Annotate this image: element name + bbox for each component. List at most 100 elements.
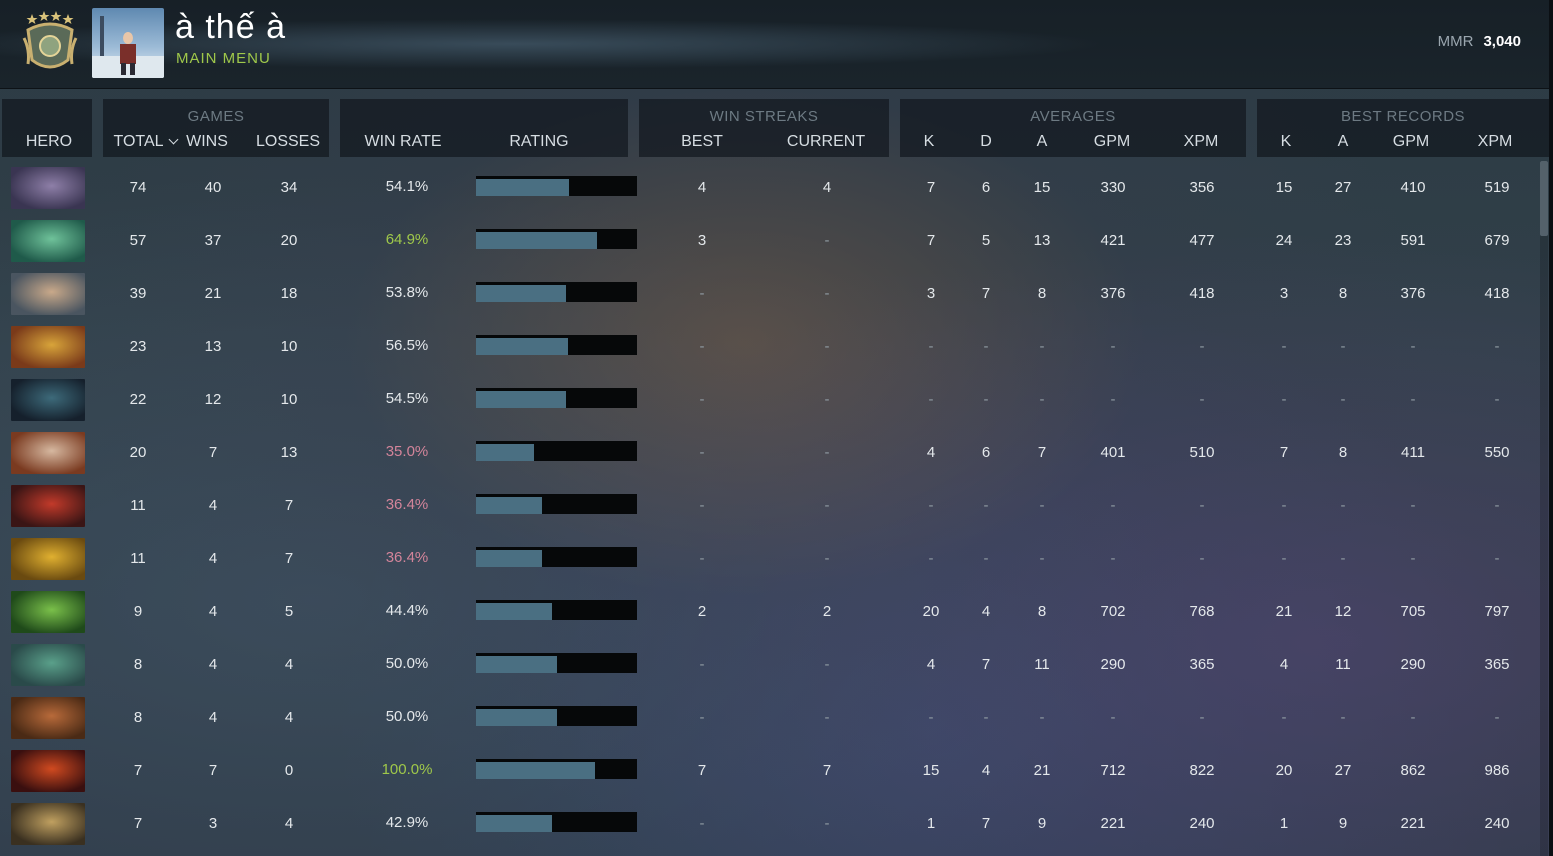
wins-cell: 4 [208,709,218,726]
red-demon-hero-portrait[interactable]: red-demon-hero-portrait [11,485,85,527]
table-row[interactable]: masked-hero-portrait 23 13 10 - - - - - - - - - - - 56.… [0,320,1540,373]
total-cell: 74 [129,179,147,196]
ba-cell: 23 [1334,232,1352,249]
rating-bar-fill [476,656,557,673]
avg-xpm-column-header[interactable]: XPM [1176,133,1226,151]
scrollbar-thumb[interactable] [1540,161,1548,236]
losses-cell: 18 [280,285,298,302]
best-kills-column-header[interactable]: K [1271,133,1301,151]
lizard-hero-portrait[interactable]: lizard-hero-portrait [11,644,85,686]
table-row[interactable]: fire-hero-portrait 7 7 0 7 7 15 4 21 712 822 20 27 86… [0,744,1540,797]
current-cell: - [824,444,830,461]
rating-bar-fill [476,762,595,779]
d-cell: 5 [981,232,991,249]
avg-deaths-column-header[interactable]: D [971,133,1001,151]
losses-cell: 10 [280,391,298,408]
k-cell: 7 [926,179,936,196]
a-cell: 8 [1037,603,1047,620]
total-cell: 11 [130,550,146,567]
best-cell: - [699,391,705,408]
table-row[interactable]: golden-hero-portrait 11 4 7 - - - - - - - - - - - 36.4% [0,532,1540,585]
mmr-label: MMR [1437,33,1474,50]
rating-bar [476,335,637,355]
k-cell: 1 [926,815,936,832]
k-cell: 15 [922,762,940,779]
current-cell: - [824,815,830,832]
k-cell: 7 [926,232,936,249]
best-cell: 2 [697,603,707,620]
losses-cell: 7 [284,497,294,514]
hero-column-header[interactable]: HERO [4,133,94,151]
current-cell: 4 [822,179,832,196]
table-row[interactable]: red-demon-hero-portrait 11 4 7 - - - - - - - - - - - 36… [0,479,1540,532]
bk-cell: 21 [1275,603,1293,620]
current-cell: - [824,656,830,673]
armored-hero-portrait[interactable]: armored-hero-portrait [11,803,85,845]
horned-hero-portrait[interactable]: horned-hero-portrait [11,432,85,474]
table-row[interactable]: lizard-hero-portrait 8 4 4 - - 4 7 11 290 365 4 11 29… [0,638,1540,691]
losses-cell: 4 [284,656,294,673]
avg-assists-column-header[interactable]: A [1027,133,1057,151]
scrollbar-track[interactable] [1540,161,1548,856]
avg-kills-column-header[interactable]: K [914,133,944,151]
bgpm-cell: 376 [1400,285,1426,302]
bxpm-cell: - [1494,391,1500,408]
table-row[interactable]: armored-hero-portrait 7 3 4 - - 1 7 9 221 240 1 9 221… [0,797,1540,850]
wins-cell: 13 [204,338,222,355]
green-beast-hero-portrait[interactable]: green-beast-hero-portrait [11,591,85,633]
avg-gpm-column-header[interactable]: GPM [1087,133,1137,151]
table-row[interactable]: green-ogre-hero-portrait 57 37 20 3 - 7 5 13 421 4… [0,214,1540,267]
table-row[interactable]: goblin-hero-portrait 39 21 18 - - 3 7 8 376 418 3 8 3… [0,267,1540,320]
best-cell: 3 [697,232,707,249]
bk-cell: 1 [1279,815,1289,832]
bxpm-cell: - [1494,550,1500,567]
fire-hero-portrait[interactable]: fire-hero-portrait [11,750,85,792]
current-streak-column-header[interactable]: CURRENT [781,133,871,151]
green-ogre-hero-portrait[interactable]: green-ogre-hero-portrait [11,220,85,262]
d-cell: 4 [981,603,991,620]
current-cell: - [824,285,830,302]
main-menu-link[interactable]: MAIN MENU [176,50,271,67]
golden-hero-portrait[interactable]: golden-hero-portrait [11,538,85,580]
total-cell: 11 [130,497,146,514]
bgpm-cell: - [1410,709,1416,726]
wins-cell: 12 [204,391,222,408]
xpm-cell: 822 [1189,762,1215,779]
best-assists-column-header[interactable]: A [1328,133,1358,151]
losses-column-header[interactable]: LOSSES [253,133,323,151]
total-cell: 8 [133,709,143,726]
total-cell: 20 [129,444,147,461]
dark-hero-portrait[interactable]: dark-hero-portrait [11,379,85,421]
current-cell: - [824,338,830,355]
masked-hero-portrait[interactable]: masked-hero-portrait [11,326,85,368]
best-streak-column-header[interactable]: BEST [667,133,737,151]
best-xpm-column-header[interactable]: XPM [1470,133,1520,151]
wins-column-header[interactable]: WINS [177,133,237,151]
brute-hero-portrait[interactable]: brute-hero-portrait [11,697,85,739]
total-column-header[interactable]: TOTAL [105,133,185,151]
rating-bar [476,176,637,196]
a-cell: 8 [1037,285,1047,302]
bk-cell: 15 [1275,179,1293,196]
goblin-hero-portrait[interactable]: goblin-hero-portrait [11,273,85,315]
player-avatar[interactable] [92,8,164,78]
d-cell: - [983,550,989,567]
xpm-cell: 768 [1189,603,1215,620]
best-records-group-title: BEST RECORDS [1340,108,1466,125]
xpm-cell: 365 [1189,656,1215,673]
bgpm-cell: 591 [1400,232,1426,249]
bgpm-cell: - [1410,338,1416,355]
table-row[interactable]: green-beast-hero-portrait 9 4 5 2 2 20 4 8 702 768… [0,585,1540,638]
table-row[interactable]: brute-hero-portrait 8 4 4 - - - - - - - - - - - 50.0% [0,691,1540,744]
table-row[interactable]: dark-hero-portrait 22 12 10 - - - - - - - - - - - 54.5% [0,373,1540,426]
table-row[interactable]: horned-hero-portrait 20 7 13 - - 4 6 7 401 510 7 8 41… [0,426,1540,479]
best-gpm-column-header[interactable]: GPM [1386,133,1436,151]
purple-hero-portrait[interactable]: purple-hero-portrait [11,167,85,209]
a-cell: 13 [1033,232,1051,249]
wins-cell: 4 [208,603,218,620]
rating-column-header[interactable]: RATING [494,133,584,151]
mmr-display: MMR 3,040 [1438,33,1521,50]
win-rate-column-header[interactable]: WIN RATE [358,133,448,151]
table-row[interactable]: purple-hero-portrait 74 40 34 4 4 7 6 15 330 356 15… [0,161,1540,214]
rating-bar-fill [476,285,566,302]
